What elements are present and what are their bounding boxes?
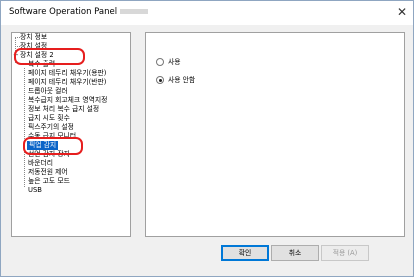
software-operation-panel-window: Software Operation Panel ✕ − 장치 정보 장치 설정… [0, 0, 414, 277]
tree-item-label: USB [28, 186, 42, 194]
ok-button[interactable]: 확인 [221, 245, 269, 261]
enable-label: 사용 [168, 58, 181, 66]
tree-item-label: 바운더리 [28, 159, 54, 167]
close-icon[interactable]: ✕ [397, 5, 407, 19]
disable-radio[interactable] [156, 76, 164, 84]
tree-item[interactable]: 높은 고도 모드 [28, 177, 70, 186]
tree-item[interactable]: 드롭아웃 컬러 [28, 87, 68, 96]
highlight-selected-item [23, 137, 83, 155]
tree-connector [24, 68, 25, 187]
tree-item-label: 급지 시도 횟수 [28, 114, 70, 122]
tree-item-label: 복수급지 회고체크 영역지정 [28, 96, 108, 104]
tree-item-label: 픽스주기의 설정 [28, 123, 74, 131]
disable-option[interactable]: 사용 안함 [156, 75, 195, 85]
tree-item[interactable]: 복수급지 회고체크 영역지정 [28, 96, 107, 105]
window-title-text: Software Operation Panel [9, 7, 118, 17]
disable-label: 사용 안함 [168, 76, 196, 84]
tree-item-label: 페이지 테두리 채우기(반판) [28, 78, 107, 86]
tree-item[interactable]: 페이지 테두리 채우기(반판) [28, 78, 106, 87]
tree-item-label: 저동전원 제어 [28, 168, 68, 176]
cancel-button[interactable]: 취소 [271, 245, 319, 261]
tree-item-label: 페이지 테두리 채우기(용판) [28, 69, 107, 77]
tree-item-label: 정보 처리 복수 급지 설정 [28, 105, 100, 113]
options-panel: 사용 사용 안함 [145, 32, 405, 237]
blurred-title-suffix [120, 9, 149, 14]
tree-item[interactable]: USB [28, 186, 42, 195]
apply-button[interactable]: 적용 (A) [321, 245, 369, 261]
tree-item-label: 높은 고도 모드 [28, 177, 70, 185]
title-bar[interactable]: Software Operation Panel ✕ [1, 1, 413, 25]
tree-item-label: 드롭아웃 컬러 [28, 87, 68, 95]
enable-radio[interactable] [156, 58, 164, 66]
tree-item[interactable]: 페이지 테두리 채우기(용판) [28, 69, 106, 78]
tree-item-label: 장치 정보 [20, 33, 48, 41]
tree-item[interactable]: 픽스주기의 설정 [28, 123, 74, 132]
tree-item[interactable]: 저동전원 제어 [28, 168, 68, 177]
settings-tree[interactable]: − 장치 정보 장치 설정 장치 설정 2 복수 출력 페이지 테두리 채우기(… [11, 32, 131, 237]
window-title: Software Operation Panel [9, 7, 149, 17]
tree-item-device-info[interactable]: 장치 정보 [20, 33, 47, 42]
tree-item[interactable]: 급지 시도 횟수 [28, 114, 70, 123]
highlight-device-settings-2 [14, 48, 85, 65]
tree-item[interactable]: 정보 처리 복수 급지 설정 [28, 105, 99, 114]
tree-item[interactable]: 바운더리 [28, 159, 53, 168]
enable-option[interactable]: 사용 [156, 57, 181, 67]
